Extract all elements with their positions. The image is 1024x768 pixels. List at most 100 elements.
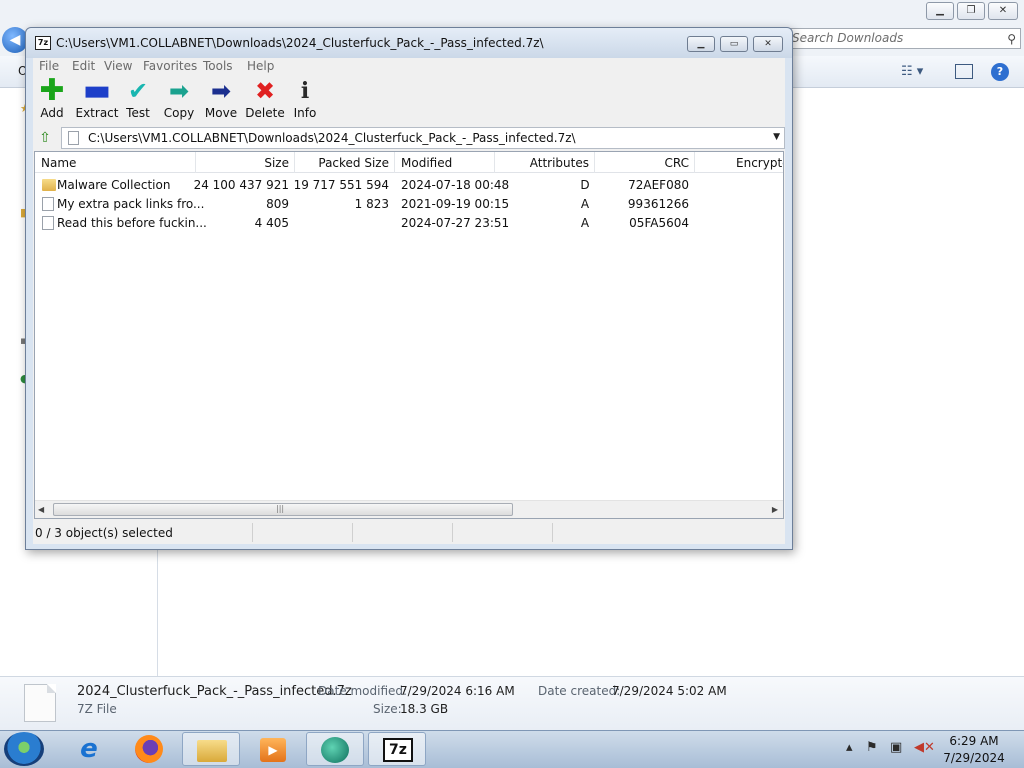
column-divider[interactable]	[294, 152, 295, 173]
column-packed-size[interactable]: Packed Size	[296, 156, 389, 170]
volume-muted-icon[interactable]: ◀✕	[914, 740, 935, 755]
list-header: Name Size Packed Size Modified Attribute…	[35, 152, 783, 173]
column-size[interactable]: Size	[197, 156, 289, 170]
column-crc[interactable]: CRC	[596, 156, 690, 170]
document-icon	[42, 216, 54, 230]
file-modified: 2024-07-27 23:51	[401, 216, 510, 230]
details-date-modified: 7/29/2024 6:16 AM	[400, 684, 515, 698]
list-item[interactable]: Read this before fuckin... 4 405 2024-07…	[35, 214, 783, 233]
column-divider[interactable]	[394, 152, 395, 173]
maximize-button[interactable]: ▭	[720, 36, 748, 52]
file-size: 4 405	[254, 216, 289, 230]
info-label: Info	[293, 106, 317, 120]
column-divider[interactable]	[594, 152, 595, 173]
delete-button[interactable]: ✖ Delete	[244, 77, 286, 124]
column-divider[interactable]	[694, 152, 695, 173]
green-app-logo	[321, 737, 349, 763]
column-modified[interactable]: Modified	[401, 156, 452, 170]
play-icon: ▶	[260, 738, 286, 762]
list-item[interactable]: Malware Collection 24 100 437 921 19 717…	[35, 176, 783, 195]
menu-tools[interactable]: Tools	[198, 58, 238, 76]
archive-file-icon	[68, 131, 79, 145]
delete-label: Delete	[245, 106, 285, 120]
minimize-button[interactable]: ▁	[687, 36, 715, 52]
7zip-taskbar-icon[interactable]: 7z	[368, 732, 426, 766]
menu-favorites[interactable]: Favorites	[138, 58, 202, 76]
file-modified: 2021-09-19 00:15	[401, 197, 510, 211]
column-name[interactable]: Name	[41, 156, 76, 170]
add-label: Add	[40, 106, 64, 120]
green-app-icon[interactable]	[306, 732, 364, 766]
column-divider[interactable]	[195, 152, 196, 173]
test-label: Test	[126, 106, 150, 120]
explorer-titlebar	[0, 0, 1024, 24]
info-icon: i	[300, 78, 310, 104]
7zip-window: 7z C:\Users\VM1.COLLABNET\Downloads\2024…	[25, 27, 793, 550]
status-segment	[353, 523, 453, 542]
file-packed-size: 1 823	[354, 197, 389, 211]
file-list[interactable]: Name Size Packed Size Modified Attribute…	[34, 151, 784, 519]
column-encrypted[interactable]: Encrypte	[736, 156, 783, 170]
scrollbar-thumb[interactable]: |||	[53, 503, 513, 516]
7zip-app-icon: 7z	[35, 36, 51, 50]
folder-up-icon[interactable]: ⇧	[35, 128, 55, 148]
document-icon	[42, 197, 54, 211]
extract-label: Extract	[75, 106, 119, 120]
file-modified: 2024-07-18 00:48	[401, 178, 510, 192]
close-button[interactable]: ✕	[753, 36, 783, 52]
status-segment	[33, 523, 253, 542]
file-thumbnail-icon	[24, 684, 56, 722]
change-view-icon[interactable]: ☷ ▾	[901, 64, 923, 79]
7zip-titlebar[interactable]: 7z C:\Users\VM1.COLLABNET\Downloads\2024…	[26, 28, 792, 58]
explorer-maximize-button[interactable]: ❐	[957, 2, 985, 20]
start-button[interactable]	[4, 732, 44, 766]
plus-icon: ✚	[39, 73, 65, 108]
delete-x-icon: ✖	[254, 77, 276, 105]
list-item[interactable]: My extra pack links fro... 809 1 823 202…	[35, 195, 783, 214]
clock-time[interactable]: 6:29 AM	[940, 734, 1008, 748]
windows-explorer-icon[interactable]	[182, 732, 240, 766]
internet-explorer-icon[interactable]: e	[60, 732, 118, 766]
explorer-close-button[interactable]: ✕	[988, 2, 1018, 20]
copy-button[interactable]: ➡ Copy	[160, 77, 198, 124]
search-input[interactable]: Search Downloads ⚲	[787, 28, 1021, 49]
action-center-flag-icon[interactable]: ⚑	[866, 740, 878, 755]
scroll-right-icon[interactable]: ▶	[772, 505, 778, 514]
preview-pane-icon[interactable]	[955, 64, 973, 79]
file-size: 24 100 437 921	[193, 178, 289, 192]
path-bar: ⇧ C:\Users\VM1.COLLABNET\Downloads\2024_…	[33, 126, 785, 150]
show-hidden-icons-icon[interactable]: ▴	[846, 740, 853, 755]
file-size: 809	[266, 197, 289, 211]
help-icon[interactable]: ?	[991, 63, 1009, 81]
toolbar: ✚ Add ▬ Extract ✔ Test ➡ Copy ➡ Move ✖ D…	[33, 73, 785, 124]
path-text: C:\Users\VM1.COLLABNET\Downloads\2024_Cl…	[88, 131, 576, 145]
move-button[interactable]: ➡ Move	[201, 77, 241, 124]
7zip-logo: 7z	[383, 738, 413, 762]
chevron-down-icon[interactable]: ▼	[773, 132, 780, 142]
file-name: Malware Collection	[57, 178, 171, 192]
network-icon[interactable]: ▣	[890, 740, 902, 755]
media-player-icon[interactable]: ▶	[244, 732, 302, 766]
file-crc: 05FA5604	[629, 216, 689, 230]
menu-help[interactable]: Help	[242, 58, 279, 76]
info-button[interactable]: i Info	[290, 77, 320, 124]
move-label: Move	[204, 106, 238, 120]
copy-label: Copy	[163, 106, 195, 120]
path-combobox[interactable]: C:\Users\VM1.COLLABNET\Downloads\2024_Cl…	[61, 127, 785, 149]
7zip-client-area: File Edit View Favorites Tools Help ✚ Ad…	[33, 58, 785, 544]
file-name: Read this before fuckin...	[57, 216, 207, 230]
extract-button[interactable]: ▬ Extract	[74, 76, 120, 124]
column-divider[interactable]	[494, 152, 495, 173]
folder-icon	[197, 740, 227, 762]
explorer-minimize-button[interactable]: ▁	[926, 2, 954, 20]
search-icon[interactable]: ⚲	[1007, 30, 1016, 49]
clock-date[interactable]: 7/29/2024	[940, 751, 1008, 765]
add-button[interactable]: ✚ Add	[36, 73, 68, 124]
horizontal-scrollbar[interactable]: ◀ ||| ▶	[35, 500, 783, 518]
firefox-icon[interactable]	[120, 732, 178, 766]
scroll-left-icon[interactable]: ◀	[38, 505, 44, 514]
test-button[interactable]: ✔ Test	[123, 77, 153, 124]
details-date-modified-label: Date modified:	[318, 684, 408, 698]
file-packed-size: 19 717 551 594	[293, 178, 389, 192]
column-attributes[interactable]: Attributes	[496, 156, 589, 170]
